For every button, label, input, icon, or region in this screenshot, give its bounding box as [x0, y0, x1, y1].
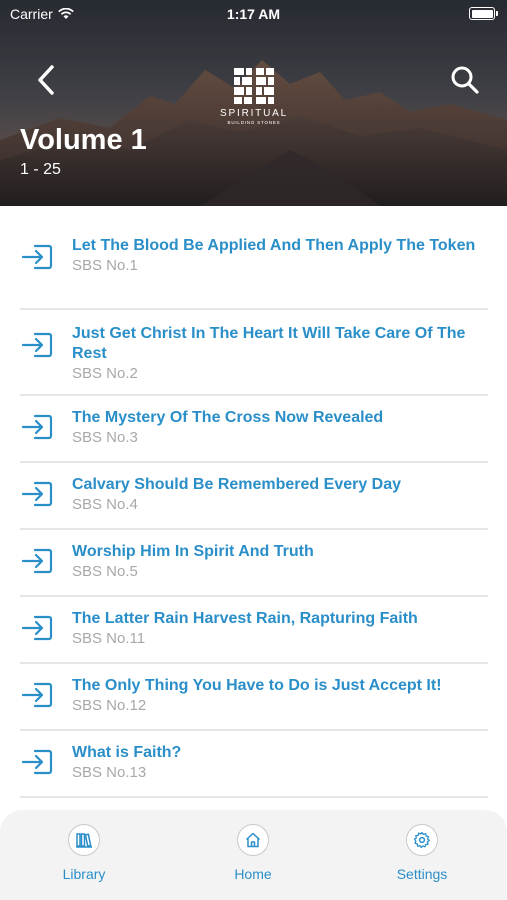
- enter-icon: [21, 481, 53, 507]
- tab-library[interactable]: Library: [34, 824, 134, 882]
- item-number: SBS No.13: [72, 764, 147, 781]
- status-bar: Carrier 1:17 AM: [0, 0, 507, 28]
- logo-subtext: BUILDING STONES: [227, 120, 281, 125]
- enter-icon: [21, 548, 53, 574]
- list-item[interactable]: What is Faith? SBS No.13: [20, 731, 488, 798]
- tab-bar: Library Home Settings: [0, 810, 507, 900]
- list-item[interactable]: Calvary Should Be Remembered Every Day S…: [20, 463, 488, 530]
- enter-icon: [21, 244, 53, 270]
- building-stones-logo-icon: [234, 68, 274, 104]
- item-title: The Only Thing You Have to Do is Just Ac…: [72, 677, 442, 694]
- list-item[interactable]: Worship Him In Spirit And Truth SBS No.5: [20, 530, 488, 597]
- item-title: Let The Blood Be Applied And Then Apply …: [72, 237, 476, 254]
- list-item[interactable]: Just Get Christ In The Heart It Will Tak…: [20, 310, 488, 396]
- list-item[interactable]: The Only Thing You Have to Do is Just Ac…: [20, 664, 488, 731]
- item-title: Worship Him In Spirit And Truth: [72, 543, 314, 560]
- header-banner: Carrier 1:17 AM SPIRITUAL BUILDING STONE…: [0, 0, 507, 206]
- tab-settings-label: Settings: [396, 866, 448, 882]
- library-icon-wrapper: [68, 824, 100, 856]
- battery-icon: [469, 7, 498, 20]
- enter-icon: [21, 615, 53, 641]
- home-icon-wrapper: [237, 824, 269, 856]
- search-icon: [451, 66, 479, 94]
- item-number: SBS No.4: [72, 496, 138, 513]
- enter-icon: [21, 749, 53, 775]
- volume-range: 1 - 25: [20, 161, 61, 178]
- app-logo: SPIRITUAL BUILDING STONES: [216, 66, 292, 125]
- list-item[interactable]: Let The Blood Be Applied And Then Apply …: [20, 206, 488, 310]
- list-item[interactable]: The Latter Rain Harvest Rain, Rapturing …: [20, 597, 488, 664]
- chevron-left-icon: [38, 65, 54, 95]
- settings-icon-wrapper: [406, 824, 438, 856]
- enter-icon: [21, 682, 53, 708]
- tab-library-label: Library: [62, 866, 106, 882]
- list-item[interactable]: The Mystery Of The Cross Now Revealed SB…: [20, 396, 488, 463]
- search-button[interactable]: [449, 64, 481, 96]
- library-icon: [76, 833, 92, 848]
- gear-icon: [413, 831, 430, 849]
- item-title: What is Faith?: [72, 744, 182, 761]
- item-number: SBS No.12: [72, 697, 147, 714]
- item-number: SBS No.11: [72, 630, 146, 647]
- logo-text: SPIRITUAL: [220, 108, 288, 119]
- status-time: 1:17 AM: [226, 6, 281, 22]
- home-icon: [245, 832, 261, 848]
- item-number: SBS No.1: [72, 257, 138, 274]
- item-number: SBS No.5: [72, 563, 138, 580]
- item-title: The Latter Rain Harvest Rain, Rapturing …: [72, 610, 418, 627]
- item-title: The Mystery Of The Cross Now Revealed: [72, 409, 384, 426]
- enter-icon: [21, 414, 53, 440]
- sermon-list: Let The Blood Be Applied And Then Apply …: [0, 206, 507, 810]
- volume-title: Volume 1: [20, 124, 147, 156]
- item-title: Just Get Christ In The Heart It Will Tak…: [72, 325, 466, 362]
- item-number: SBS No.2: [72, 365, 138, 382]
- tab-home[interactable]: Home: [203, 824, 303, 882]
- item-title: Calvary Should Be Remembered Every Day: [72, 476, 402, 493]
- back-button[interactable]: [32, 62, 64, 98]
- tab-home-label: Home: [234, 866, 272, 882]
- enter-icon: [21, 332, 53, 358]
- tab-settings[interactable]: Settings: [372, 824, 472, 882]
- item-number: SBS No.3: [72, 429, 138, 446]
